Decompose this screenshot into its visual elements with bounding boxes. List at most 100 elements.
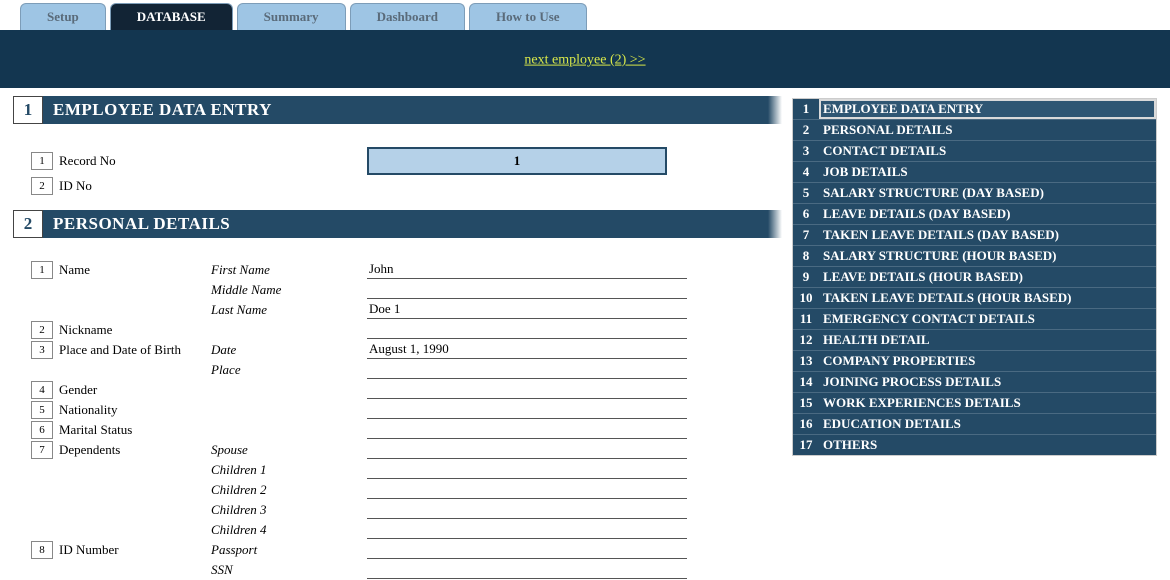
nav-item-1[interactable]: 1EMPLOYEE DATA ENTRY: [793, 99, 1156, 120]
nav-item-number: 9: [793, 267, 819, 287]
nav-item-number: 1: [793, 99, 819, 119]
row-children-2: Children 2: [13, 480, 768, 500]
sublabel-children-3: Children 3: [211, 502, 367, 518]
row-ssn: SSN: [13, 560, 768, 580]
children-3-field[interactable]: [367, 502, 687, 519]
row-children-4: Children 4: [13, 520, 768, 540]
middle-name-field[interactable]: [367, 282, 687, 299]
nav-item-9[interactable]: 9LEAVE DETAILS (HOUR BASED): [793, 267, 1156, 288]
nav-item-5[interactable]: 5SALARY STRUCTURE (DAY BASED): [793, 183, 1156, 204]
nav-item-number: 4: [793, 162, 819, 182]
nav-item-16[interactable]: 16EDUCATION DETAILS: [793, 414, 1156, 435]
nav-item-4[interactable]: 4JOB DETAILS: [793, 162, 1156, 183]
nav-item-number: 2: [793, 120, 819, 140]
nav-item-label[interactable]: HEALTH DETAIL: [819, 330, 1156, 350]
nav-item-label[interactable]: LEAVE DETAILS (DAY BASED): [819, 204, 1156, 224]
nav-item-number: 11: [793, 309, 819, 329]
nav-item-label[interactable]: TAKEN LEAVE DETAILS (HOUR BASED): [819, 288, 1156, 308]
sublabel-first-name: First Name: [211, 262, 367, 278]
gender-field[interactable]: [367, 382, 687, 399]
passport-field[interactable]: [367, 542, 687, 559]
nav-item-12[interactable]: 12HEALTH DETAIL: [793, 330, 1156, 351]
nav-item-label[interactable]: OTHERS: [819, 435, 1156, 455]
place-of-birth-field[interactable]: [367, 362, 687, 379]
row-marital-status: 6 Marital Status: [13, 420, 768, 440]
row-name: 1 Name First Name John: [13, 260, 768, 280]
nickname-field[interactable]: [367, 322, 687, 339]
children-2-field[interactable]: [367, 482, 687, 499]
nav-item-label[interactable]: EMPLOYEE DATA ENTRY: [819, 99, 1156, 119]
nav-item-label[interactable]: EMERGENCY CONTACT DETAILS: [819, 309, 1156, 329]
row-number: 2: [31, 321, 53, 339]
row-nationality: 5 Nationality: [13, 400, 768, 420]
first-name-field[interactable]: John: [367, 261, 687, 279]
sublabel-spouse: Spouse: [211, 442, 367, 458]
section-number: 2: [13, 210, 43, 238]
row-children-3: Children 3: [13, 500, 768, 520]
nav-item-7[interactable]: 7TAKEN LEAVE DETAILS (DAY BASED): [793, 225, 1156, 246]
nav-item-10[interactable]: 10TAKEN LEAVE DETAILS (HOUR BASED): [793, 288, 1156, 309]
label-id-number: ID Number: [57, 542, 211, 558]
label-record-no: Record No: [57, 153, 211, 169]
nav-item-label[interactable]: LEAVE DETAILS (HOUR BASED): [819, 267, 1156, 287]
nav-item-number: 7: [793, 225, 819, 245]
nav-item-label[interactable]: SALARY STRUCTURE (HOUR BASED): [819, 246, 1156, 266]
section-header-employee-data-entry: 1 EMPLOYEE DATA ENTRY: [13, 96, 768, 124]
nav-item-label[interactable]: COMPANY PROPERTIES: [819, 351, 1156, 371]
section-number: 1: [13, 96, 43, 124]
tab-summary[interactable]: Summary: [237, 3, 346, 30]
row-number: 1: [31, 261, 53, 279]
row-gender: 4 Gender: [13, 380, 768, 400]
nav-item-label[interactable]: EDUCATION DETAILS: [819, 414, 1156, 434]
nav-item-2[interactable]: 2PERSONAL DETAILS: [793, 120, 1156, 141]
tab-setup[interactable]: Setup: [20, 3, 106, 30]
children-4-field[interactable]: [367, 522, 687, 539]
sublabel-children-1: Children 1: [211, 462, 367, 478]
sublabel-place: Place: [211, 362, 367, 378]
row-place: Place: [13, 360, 768, 380]
children-1-field[interactable]: [367, 462, 687, 479]
row-number: 5: [31, 401, 53, 419]
next-employee-link[interactable]: next employee (2) >>: [524, 53, 645, 69]
nav-item-3[interactable]: 3CONTACT DETAILS: [793, 141, 1156, 162]
spouse-field[interactable]: [367, 442, 687, 459]
row-id-number: 8 ID Number Passport: [13, 540, 768, 560]
nav-item-15[interactable]: 15WORK EXPERIENCES DETAILS: [793, 393, 1156, 414]
sublabel-last-name: Last Name: [211, 302, 367, 318]
label-id-no: ID No: [57, 178, 211, 194]
nav-item-label[interactable]: CONTACT DETAILS: [819, 141, 1156, 161]
nav-item-6[interactable]: 6LEAVE DETAILS (DAY BASED): [793, 204, 1156, 225]
tab-dashboard[interactable]: Dashboard: [350, 3, 465, 30]
nav-item-number: 17: [793, 435, 819, 455]
main-content: 1 EMPLOYEE DATA ENTRY 1 Record No 1 2 ID…: [0, 88, 1170, 580]
nav-item-14[interactable]: 14JOINING PROCESS DETAILS: [793, 372, 1156, 393]
row-nickname: 2 Nickname: [13, 320, 768, 340]
nav-item-label[interactable]: SALARY STRUCTURE (DAY BASED): [819, 183, 1156, 203]
nav-item-label[interactable]: JOINING PROCESS DETAILS: [819, 372, 1156, 392]
sublabel-passport: Passport: [211, 542, 367, 558]
nav-item-number: 13: [793, 351, 819, 371]
nav-item-label[interactable]: JOB DETAILS: [819, 162, 1156, 182]
date-of-birth-field[interactable]: August 1, 1990: [367, 341, 687, 359]
nav-item-label[interactable]: WORK EXPERIENCES DETAILS: [819, 393, 1156, 413]
nationality-field[interactable]: [367, 402, 687, 419]
row-number: 2: [31, 177, 53, 195]
sublabel-middle-name: Middle Name: [211, 282, 367, 298]
record-no-value[interactable]: 1: [367, 147, 667, 175]
label-nationality: Nationality: [57, 402, 211, 418]
marital-status-field[interactable]: [367, 422, 687, 439]
nav-item-number: 8: [793, 246, 819, 266]
tab-database[interactable]: DATABASE: [110, 3, 233, 30]
row-number: 7: [31, 441, 53, 459]
nav-item-label[interactable]: PERSONAL DETAILS: [819, 120, 1156, 140]
nav-item-label[interactable]: TAKEN LEAVE DETAILS (DAY BASED): [819, 225, 1156, 245]
section-title: EMPLOYEE DATA ENTRY: [43, 96, 768, 124]
nav-item-11[interactable]: 11EMERGENCY CONTACT DETAILS: [793, 309, 1156, 330]
label-gender: Gender: [57, 382, 211, 398]
nav-item-17[interactable]: 17OTHERS: [793, 435, 1156, 455]
nav-item-13[interactable]: 13COMPANY PROPERTIES: [793, 351, 1156, 372]
nav-item-8[interactable]: 8SALARY STRUCTURE (HOUR BASED): [793, 246, 1156, 267]
nav-item-number: 10: [793, 288, 819, 308]
tab-how-to-use[interactable]: How to Use: [469, 3, 587, 30]
last-name-field[interactable]: Doe 1: [367, 301, 687, 319]
